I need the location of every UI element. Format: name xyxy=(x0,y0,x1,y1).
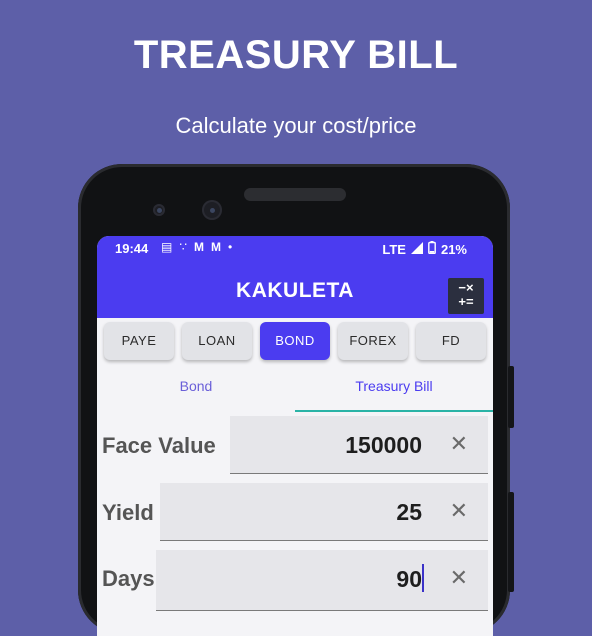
dot-icon: • xyxy=(227,240,233,254)
volume-button xyxy=(508,492,514,592)
yield-value: 25 xyxy=(396,499,422,525)
promo-subline: Calculate your cost/price xyxy=(175,113,417,138)
front-camera-icon xyxy=(202,200,222,220)
days-input[interactable]: 90 ✕ xyxy=(156,550,488,611)
message-icon: ▤ xyxy=(161,240,173,254)
tab-forex[interactable]: FOREX xyxy=(338,322,408,360)
face-value-label: Face Value xyxy=(102,433,216,458)
subtab-indicator xyxy=(295,410,493,412)
gmail-icon: M xyxy=(210,240,221,254)
clear-icon[interactable]: ✕ xyxy=(450,565,468,591)
text-cursor xyxy=(422,564,424,592)
status-bar: 19:44 ▤ ∵ M M • LTE 21% xyxy=(97,236,493,261)
signal-icon xyxy=(410,241,423,257)
tab-loan[interactable]: LOAN xyxy=(182,322,252,360)
app-title: KAKULETA xyxy=(236,279,354,302)
status-time: 19:44 xyxy=(115,241,149,256)
tab-bond[interactable]: BOND xyxy=(260,322,330,360)
tab-fd[interactable]: FD xyxy=(416,322,486,360)
battery-icon xyxy=(428,241,436,257)
tab-paye[interactable]: PAYE xyxy=(104,322,174,360)
phone-speaker xyxy=(244,188,346,201)
promo-headline: TREASURY BILL xyxy=(133,33,459,77)
calculator-tabs: PAYE LOAN BOND FOREX FD xyxy=(102,322,488,362)
days-label: Days xyxy=(102,566,155,591)
calculator-icon[interactable]: −× += xyxy=(448,278,484,314)
camera-icon xyxy=(153,204,165,216)
days-value: 90 xyxy=(396,566,422,592)
app-screen: 19:44 ▤ ∵ M M • LTE 21% KAKULETA −× += PA… xyxy=(97,236,493,636)
yield-input[interactable]: 25 ✕ xyxy=(160,483,488,541)
network-label: LTE xyxy=(382,241,406,257)
hotspot-icon: ∵ xyxy=(179,240,187,254)
app-bar: KAKULETA −× += xyxy=(97,261,493,318)
clear-icon[interactable]: ✕ xyxy=(450,431,468,457)
clear-icon[interactable]: ✕ xyxy=(450,498,468,524)
power-button xyxy=(508,366,514,428)
subtab-bond[interactable]: Bond xyxy=(97,378,295,394)
subtabs: Bond Treasury Bill xyxy=(97,372,493,412)
subtab-treasury-bill[interactable]: Treasury Bill xyxy=(295,378,493,394)
yield-label: Yield xyxy=(102,500,154,525)
face-value-value: 150000 xyxy=(345,432,422,458)
face-value-input[interactable]: 150000 ✕ xyxy=(230,416,488,474)
battery-level: 21% xyxy=(440,241,467,257)
gmail-icon: M xyxy=(193,240,204,254)
